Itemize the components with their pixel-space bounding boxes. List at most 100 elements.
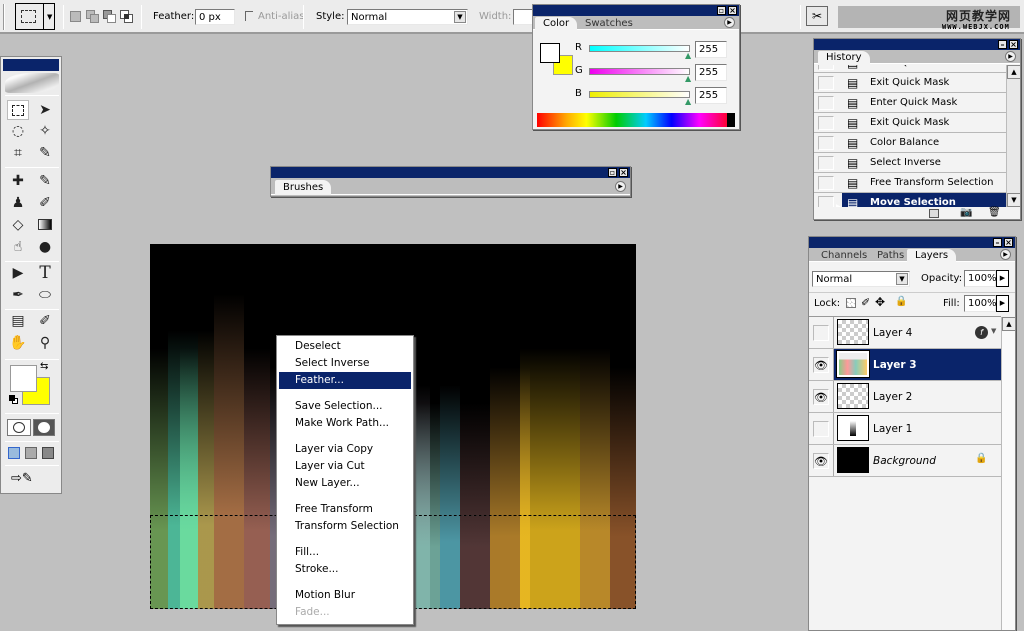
history-item[interactable]: ▤ Select Inverse [814, 153, 1006, 173]
trash-icon[interactable]: 🗑 [988, 207, 1001, 218]
context-menu-item[interactable]: Stroke... [279, 561, 411, 578]
width-input[interactable] [513, 9, 533, 25]
history-brush-source-checkbox[interactable] [818, 176, 834, 190]
close-icon[interactable]: × [1004, 238, 1013, 247]
panel-menu-icon[interactable]: ▶ [615, 181, 626, 192]
minimize-icon[interactable]: ▫ [717, 6, 726, 15]
eraser-tool[interactable]: ◇ [7, 215, 29, 235]
notes-tool[interactable]: ▤ [7, 311, 29, 331]
standard-screen-mode-icon[interactable] [8, 447, 20, 459]
minimize-icon[interactable]: ▫ [608, 168, 617, 177]
lock-all-icon[interactable]: 🔒 [895, 296, 907, 307]
minimize-icon[interactable]: – [993, 238, 1002, 247]
new-selection-icon[interactable] [70, 11, 81, 22]
channel-r-slider[interactable] [589, 45, 690, 52]
magic-wand-tool[interactable]: ✧ [34, 121, 56, 141]
add-to-selection-icon[interactable] [86, 10, 99, 23]
layer-row[interactable]: 👁 Layer 3 [809, 349, 1001, 381]
tab-channels[interactable]: Channels [813, 249, 875, 262]
history-panel-titlebar[interactable]: – × [814, 39, 1020, 50]
lock-position-move-icon[interactable]: ✥ [875, 295, 885, 309]
layer-row[interactable]: Layer 1 [809, 413, 1001, 445]
context-menu-item[interactable]: Feather... [279, 372, 411, 389]
history-item[interactable]: ▤ Free Transform Selection [814, 173, 1006, 193]
history-brush-source-checkbox[interactable] [818, 76, 834, 90]
standard-mode-button[interactable] [7, 419, 31, 436]
gradient-tool[interactable] [34, 215, 56, 235]
close-icon[interactable]: × [619, 168, 628, 177]
lock-transparency-icon[interactable] [846, 298, 856, 308]
color-panel-titlebar[interactable]: ▫ × [533, 5, 739, 16]
layer-row[interactable]: Layer 4 f ▼ [809, 317, 1001, 349]
subtract-from-selection-icon[interactable] [103, 10, 116, 23]
context-menu-item[interactable]: Deselect [279, 338, 411, 355]
scroll-up-icon[interactable]: ▲ [1002, 317, 1016, 331]
history-brush-source-checkbox[interactable] [818, 156, 834, 170]
file-browser-icon[interactable]: ✂ [806, 6, 828, 26]
brushes-panel-titlebar[interactable]: ▫ × [271, 167, 630, 178]
fill-input[interactable]: 100% [964, 295, 997, 312]
history-scrollbar[interactable]: ▲ ▼ [1006, 65, 1021, 207]
lock-image-brush-icon[interactable]: ✐ [861, 296, 870, 309]
color-spectrum-ramp[interactable] [537, 113, 735, 127]
history-brush-tool[interactable]: ✐ [34, 193, 56, 213]
path-selection-tool[interactable]: ▶ [7, 263, 29, 283]
channel-g-slider[interactable] [589, 68, 690, 75]
context-menu-item[interactable]: Make Work Path... [279, 415, 411, 432]
slider-handle-icon[interactable]: ▲ [685, 74, 691, 83]
context-menu-item[interactable]: Select Inverse [279, 355, 411, 372]
tab-paths[interactable]: Paths [869, 249, 912, 262]
context-menu-item[interactable]: Save Selection... [279, 398, 411, 415]
crop-tool[interactable]: ⌗ [7, 143, 29, 163]
type-tool[interactable]: T [34, 263, 56, 283]
layer-visibility-toggle[interactable] [813, 325, 829, 341]
history-item[interactable]: ▶ ▤ Move Selection [814, 193, 1006, 207]
layer-visibility-toggle[interactable]: 👁 [813, 389, 829, 405]
layer-visibility-toggle[interactable]: 👁 [813, 453, 829, 469]
history-item[interactable]: ▤ Color Balance [814, 133, 1006, 153]
scroll-up-icon[interactable]: ▲ [1007, 65, 1021, 79]
panel-menu-icon[interactable]: ▶ [1005, 51, 1016, 62]
brush-tool[interactable]: ✎ [34, 171, 56, 191]
history-brush-source-checkbox[interactable] [818, 136, 834, 150]
context-menu-item[interactable]: Layer via Cut [279, 458, 411, 475]
blend-mode-select[interactable]: Normal ▼ [812, 271, 910, 287]
context-menu-item[interactable]: Free Transform [279, 501, 411, 518]
panel-menu-icon[interactable]: ▶ [1000, 249, 1011, 260]
smudge-tool[interactable]: ☝ [7, 237, 29, 257]
history-brush-source-checkbox[interactable] [818, 96, 834, 110]
tab-swatches[interactable]: Swatches [577, 17, 641, 30]
layers-panel-titlebar[interactable]: – × [809, 237, 1015, 248]
layer-row[interactable]: 👁 Layer 2 [809, 381, 1001, 413]
foreground-color-box[interactable] [540, 43, 560, 63]
fill-slider-arrow-icon[interactable]: ▶ [996, 295, 1009, 312]
close-icon[interactable]: × [1009, 40, 1018, 49]
opacity-slider-arrow-icon[interactable]: ▶ [996, 270, 1009, 287]
minimize-icon[interactable]: – [998, 40, 1007, 49]
history-brush-source-checkbox[interactable] [818, 65, 834, 70]
layer-visibility-toggle[interactable]: 👁 [813, 357, 829, 373]
history-item[interactable]: ▤ Enter Quick Mask [814, 65, 1006, 73]
jump-to-imageready-icon[interactable]: ⇨✎ [11, 471, 53, 487]
context-menu-item[interactable]: Motion Blur [279, 587, 411, 604]
tab-layers[interactable]: Layers [907, 249, 957, 262]
quick-mask-mode-button[interactable] [33, 419, 55, 436]
toolbox-titlebar[interactable] [3, 59, 59, 71]
eyedropper-tool[interactable]: ✐ [34, 311, 56, 331]
layers-scrollbar[interactable]: ▲ [1001, 317, 1016, 630]
context-menu-item[interactable]: Layer via Copy [279, 441, 411, 458]
channel-b-slider[interactable] [589, 91, 690, 98]
default-colors-icon[interactable] [9, 395, 19, 405]
clone-stamp-tool[interactable]: ♟ [7, 193, 29, 213]
tab-brushes[interactable]: Brushes [275, 180, 332, 195]
ellipse-tool[interactable]: ⬭ [34, 285, 56, 305]
feather-logo-icon[interactable] [5, 73, 59, 93]
slice-tool[interactable]: ✎ [34, 143, 56, 163]
full-screen-menu-mode-icon[interactable] [25, 447, 37, 459]
history-state-slider-icon[interactable]: ▶ [836, 198, 843, 207]
history-item[interactable]: ▤ Exit Quick Mask [814, 73, 1006, 93]
snapshot-camera-icon[interactable]: 📷 [960, 207, 972, 218]
channel-r-input[interactable]: 255 [695, 41, 727, 58]
history-brush-source-checkbox[interactable] [818, 116, 834, 130]
move-tool[interactable]: ➤ [34, 100, 56, 120]
